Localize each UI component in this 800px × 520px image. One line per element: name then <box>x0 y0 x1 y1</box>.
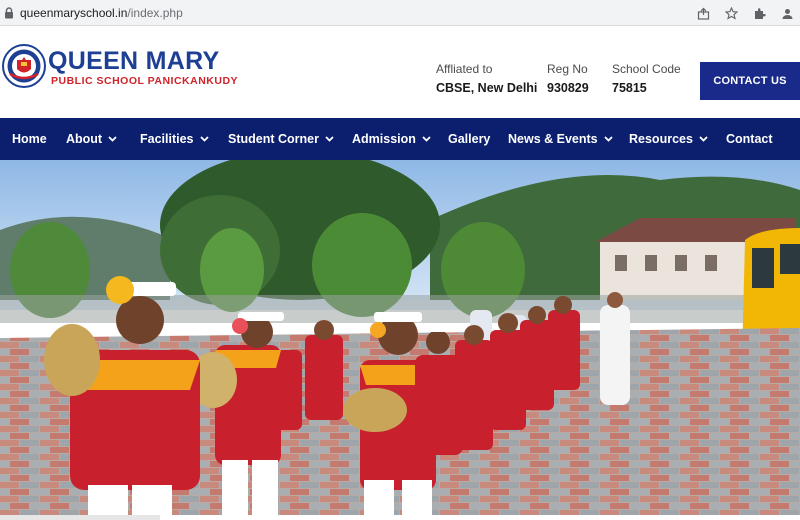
nav-label: About <box>66 132 103 146</box>
chevron-down-icon <box>108 135 117 144</box>
brand-title: QUEEN MARY <box>48 47 220 75</box>
site-header: QUEEN MARY PUBLIC SCHOOL PANICKANKUDY Af… <box>0 26 800 118</box>
nav-label: Resources <box>629 132 693 146</box>
nav-label: News & Events <box>508 132 598 146</box>
brand-subtitle: PUBLIC SCHOOL PANICKANKUDY <box>51 75 239 87</box>
nav-label: Facilities <box>140 132 194 146</box>
affiliation-label: Affliated to <box>436 62 493 76</box>
hero-banner-image <box>0 160 800 520</box>
star-icon[interactable] <box>724 6 738 20</box>
lock-icon <box>2 6 16 20</box>
chevron-down-icon <box>603 135 613 144</box>
chevron-down-icon <box>325 135 334 144</box>
brand-block[interactable]: QUEEN MARY PUBLIC SCHOOL PANICKANKUDY <box>48 48 238 87</box>
chevron-down-icon <box>199 135 209 144</box>
chevron-down-icon <box>699 135 708 144</box>
url-text[interactable]: queenmaryschool.in/index.php <box>20 6 183 20</box>
extension-icon[interactable] <box>752 6 766 20</box>
school-code-value: 75815 <box>612 81 647 95</box>
nav-item-home[interactable]: Home <box>12 118 47 160</box>
nav-item-gallery[interactable]: Gallery <box>448 118 490 160</box>
profile-icon[interactable] <box>780 6 794 20</box>
reg-label: Reg No <box>547 62 588 76</box>
url-domain: queenmaryschool.in <box>20 5 128 20</box>
reg-info: Reg No 930829 <box>547 62 589 95</box>
nav-label: Contact <box>726 132 773 146</box>
contact-us-button[interactable]: CONTACT US <box>700 62 800 100</box>
chevron-down-icon <box>422 135 431 144</box>
affiliation-info: Affliated to CBSE, New Delhi <box>436 62 537 95</box>
nav-label: Admission <box>352 132 416 146</box>
browser-address-bar[interactable]: queenmaryschool.in/index.php <box>0 0 800 26</box>
nav-item-news-events[interactable]: News & Events <box>508 118 613 160</box>
nav-label: Student Corner <box>228 132 319 146</box>
nav-item-about[interactable]: About <box>66 118 117 160</box>
school-code-info: School Code 75815 <box>612 62 681 95</box>
nav-label: Gallery <box>448 132 491 146</box>
nav-label: Home <box>12 132 47 146</box>
nav-item-contact[interactable]: Contact <box>726 118 773 160</box>
nav-item-facilities[interactable]: Facilities <box>140 118 209 160</box>
reg-value: 930829 <box>547 81 589 95</box>
school-logo-icon[interactable] <box>2 44 46 88</box>
main-nav: Home About Facilities Student Corner Adm… <box>0 118 800 160</box>
nav-item-resources[interactable]: Resources <box>629 118 708 160</box>
school-code-label: School Code <box>612 62 681 76</box>
affiliation-value: CBSE, New Delhi <box>436 81 538 95</box>
nav-item-admission[interactable]: Admission <box>352 118 431 160</box>
nav-item-student-corner[interactable]: Student Corner <box>228 118 334 160</box>
url-path: /index.php <box>127 5 183 20</box>
hero-photo <box>0 160 800 520</box>
share-icon[interactable] <box>696 6 710 20</box>
